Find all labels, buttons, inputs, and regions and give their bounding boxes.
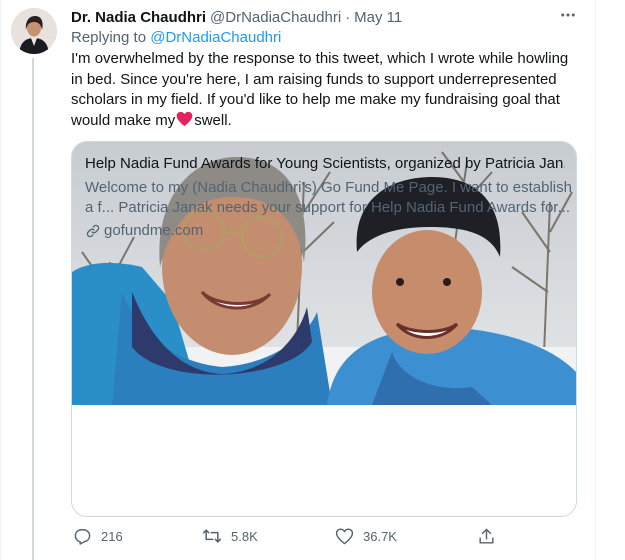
tweet-header: Dr. Nadia Chaudhri @DrNadiaChaudhri · Ma… bbox=[71, 6, 595, 28]
tweet-text-line-last: would make my swell. bbox=[71, 111, 583, 134]
tweet-text: I'm overwhelmed by the response to this … bbox=[71, 49, 583, 133]
link-icon bbox=[86, 224, 100, 237]
reply-icon bbox=[71, 525, 93, 547]
share-icon bbox=[475, 525, 497, 547]
left-border bbox=[0, 0, 1, 560]
ellipsis-icon bbox=[561, 13, 575, 17]
reply-button[interactable]: 216 bbox=[71, 525, 123, 547]
card-title[interactable]: Help Nadia Fund Awards for Young Scienti… bbox=[85, 155, 565, 172]
like-button[interactable]: 36.7K bbox=[333, 525, 397, 547]
tweet-date[interactable]: May 11 bbox=[354, 9, 402, 26]
replying-to: Replying to @DrNadiaChaudhri bbox=[71, 29, 281, 46]
like-count: 36.7K bbox=[363, 528, 397, 544]
right-border bbox=[595, 0, 596, 560]
tweet-text-after-emoji: swell. bbox=[194, 111, 232, 129]
share-button[interactable] bbox=[475, 525, 505, 547]
tweet-text-before-emoji: would make my bbox=[71, 111, 176, 129]
tweet-text-line: in bed. Since you're here, I am raising … bbox=[71, 70, 557, 88]
avatar[interactable] bbox=[11, 8, 57, 54]
card-description-line: Welcome to my (Nadia Chaudhri's) Go Fund… bbox=[85, 179, 572, 196]
avatar-portrait-icon bbox=[11, 8, 57, 54]
retweet-count: 5.8K bbox=[231, 528, 258, 544]
replying-prefix: Replying to bbox=[71, 29, 147, 46]
card-domain-text: gofundme.com bbox=[104, 222, 204, 239]
retweet-button[interactable]: 5.8K bbox=[201, 525, 258, 547]
tweet-text-line: I'm overwhelmed by the response to this … bbox=[71, 50, 569, 67]
header-separator: · bbox=[345, 8, 351, 26]
link-card[interactable]: Help Nadia Fund Awards for Young Scienti… bbox=[71, 141, 577, 517]
retweet-icon bbox=[201, 525, 223, 547]
thread-line bbox=[32, 58, 34, 560]
heart-outline-icon bbox=[333, 525, 355, 547]
card-description-line: a f... Patricia Janak needs your support… bbox=[85, 199, 570, 216]
reply-count: 216 bbox=[101, 528, 123, 544]
author-handle[interactable]: @DrNadiaChaudhri bbox=[210, 9, 341, 26]
tweet-actions: 216 5.8K 36.7K bbox=[71, 525, 511, 551]
more-options-icon[interactable] bbox=[552, 4, 584, 26]
card-domain[interactable]: gofundme.com bbox=[85, 222, 203, 239]
card-description: Welcome to my (Nadia Chaudhri's) Go Fund… bbox=[85, 178, 572, 218]
tweet-text-line: scholars in my field. If you'd like to h… bbox=[71, 91, 560, 108]
replying-handle-link[interactable]: @DrNadiaChaudhri bbox=[150, 29, 281, 46]
red-heart-icon bbox=[176, 111, 193, 134]
author-name[interactable]: Dr. Nadia Chaudhri bbox=[71, 9, 206, 26]
